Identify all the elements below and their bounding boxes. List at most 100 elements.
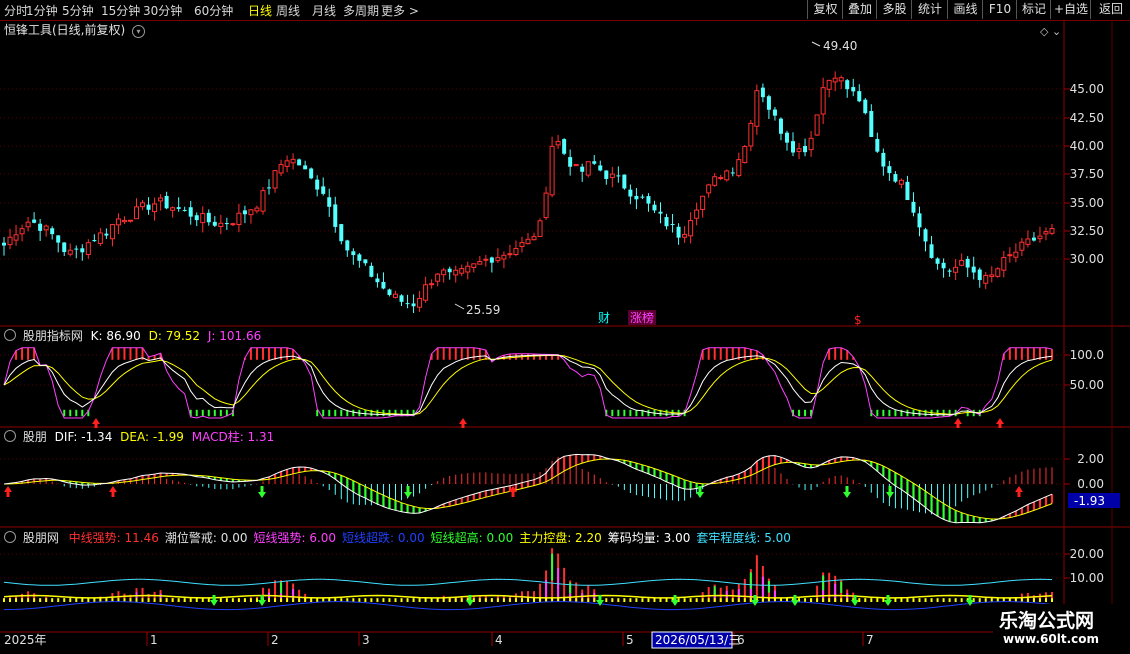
candle-body bbox=[881, 152, 886, 167]
toolbar-button-1[interactable]: 叠加 bbox=[842, 0, 877, 19]
candle-body bbox=[188, 207, 193, 217]
toolbar-button-0[interactable]: 复权 bbox=[807, 0, 843, 19]
chevron-down-icon-right[interactable]: ⌄ bbox=[1052, 25, 1061, 38]
sell-arrow bbox=[258, 595, 266, 606]
settings-icon[interactable] bbox=[4, 329, 16, 341]
marker-top-gainer[interactable]: 涨榜 bbox=[630, 310, 654, 325]
candle-body bbox=[929, 244, 934, 258]
period-tab-1[interactable]: 1分钟 bbox=[26, 2, 58, 19]
candle-body bbox=[1001, 256, 1007, 271]
period-tab-5[interactable]: 60分钟 bbox=[194, 2, 233, 19]
marker-financial[interactable]: 财 bbox=[598, 311, 610, 325]
toolbar-button-8[interactable]: 返回 bbox=[1090, 0, 1130, 19]
candle-body bbox=[917, 213, 922, 228]
candle-body bbox=[911, 201, 916, 213]
chevron-down-icon[interactable]: ▾ bbox=[132, 25, 146, 38]
settings-icon[interactable] bbox=[4, 430, 16, 442]
period-tab-3[interactable]: 15分钟 bbox=[101, 2, 140, 19]
settings-icon[interactable] bbox=[4, 531, 16, 543]
candle-body bbox=[754, 90, 760, 127]
sell-arrow bbox=[210, 595, 218, 606]
toolbar-button-6[interactable]: 标记 bbox=[1016, 0, 1051, 19]
main-panel-title-text: 恒锋工具(日线,前复权) bbox=[4, 23, 126, 37]
macd-bar: MACD柱: 1.31 bbox=[191, 430, 275, 444]
candle-body bbox=[875, 138, 880, 152]
x-label-7: 7 bbox=[866, 633, 874, 647]
candle-body bbox=[658, 211, 663, 214]
strength-legend-item-5: 主力控盘: 2.20 bbox=[519, 531, 602, 545]
period-tab-10[interactable]: 更多 > bbox=[381, 2, 419, 19]
period-tab-2[interactable]: 5分钟 bbox=[62, 2, 94, 19]
sell-arrow bbox=[404, 486, 412, 498]
macd-indicator bbox=[3, 453, 1054, 524]
candle-body bbox=[519, 242, 525, 248]
candle-body bbox=[284, 160, 290, 167]
candle-body bbox=[56, 235, 61, 243]
toolbar-button-2[interactable]: 多股 bbox=[876, 0, 912, 19]
candle-body bbox=[429, 283, 435, 286]
period-tab-0[interactable]: 分时 bbox=[4, 2, 28, 19]
candle-body bbox=[838, 77, 844, 82]
candle-body bbox=[363, 259, 368, 264]
candle-body bbox=[423, 284, 429, 301]
candle-body bbox=[321, 186, 326, 194]
candle-body bbox=[616, 175, 621, 177]
sell-arrow bbox=[258, 486, 266, 498]
candle-body bbox=[200, 213, 206, 224]
candle-body bbox=[333, 204, 338, 227]
candle-body bbox=[417, 298, 423, 308]
candle-body bbox=[351, 251, 356, 256]
candle-body bbox=[796, 148, 802, 152]
diamond-icon[interactable]: ◇ bbox=[1040, 25, 1049, 38]
x-label-2025: 2025年 bbox=[4, 633, 47, 647]
main-panel-title: 恒锋工具(日线,前复权) ▾ bbox=[4, 21, 146, 38]
toolbar-button-7[interactable]: +自选 bbox=[1050, 0, 1091, 19]
candle-body bbox=[369, 265, 374, 277]
candle-body bbox=[814, 114, 820, 136]
period-tab-4[interactable]: 30分钟 bbox=[143, 2, 182, 19]
candle-body bbox=[453, 269, 459, 276]
candle-body bbox=[13, 234, 19, 241]
candle-body bbox=[537, 220, 543, 237]
candle-body bbox=[676, 226, 681, 238]
candle-body bbox=[573, 164, 579, 167]
candle-body bbox=[1025, 238, 1031, 245]
strength-tick-20: 20.00 bbox=[1070, 547, 1104, 561]
kdj-d: D: 79.52 bbox=[148, 329, 201, 343]
candle-body bbox=[712, 176, 718, 186]
trapped-degree-line bbox=[3, 578, 1053, 586]
candle-body bbox=[772, 109, 777, 116]
period-tab-8[interactable]: 月线 bbox=[312, 2, 336, 19]
watermark: 乐淘公式网 www.60lt.com bbox=[993, 604, 1130, 650]
watermark-url: www.60lt.com bbox=[1003, 632, 1100, 646]
candle-body bbox=[164, 195, 169, 209]
candle-body bbox=[339, 224, 344, 242]
marker-dollar[interactable]: $ bbox=[854, 313, 862, 327]
candle-body bbox=[74, 248, 79, 250]
candle-body bbox=[531, 236, 537, 241]
candle-body bbox=[748, 122, 754, 147]
toolbar-button-5[interactable]: F10 bbox=[982, 0, 1017, 19]
candle-body bbox=[152, 203, 158, 213]
macd-dif: DIF: -1.34 bbox=[54, 430, 113, 444]
candle-body bbox=[549, 145, 555, 196]
strength-legend: 中线强势: 11.46 潮位警戒: 0.00 短线强势: 6.00 短线超跌: 0.0… bbox=[63, 531, 791, 545]
period-tab-9[interactable]: 多周期 bbox=[343, 2, 379, 19]
candle-body bbox=[43, 225, 49, 231]
candle-body bbox=[983, 274, 989, 284]
candle-body bbox=[568, 157, 573, 167]
candle-body bbox=[1013, 251, 1019, 258]
price-tick-40: 40.00 bbox=[1070, 139, 1104, 153]
toolbar-button-4[interactable]: 画线 bbox=[947, 0, 983, 19]
candle-body bbox=[182, 209, 187, 211]
candle-body bbox=[977, 269, 982, 281]
price-tick-32-5: 32.50 bbox=[1070, 224, 1104, 238]
period-tab-7[interactable]: 周线 bbox=[276, 2, 300, 19]
candle-body bbox=[392, 293, 398, 298]
candle-body bbox=[104, 233, 109, 236]
candle-body bbox=[851, 87, 856, 92]
candle-body bbox=[375, 278, 380, 283]
period-tab-6[interactable]: 日线 bbox=[248, 2, 272, 19]
candle-body bbox=[495, 257, 501, 262]
toolbar-button-3[interactable]: 统计 bbox=[911, 0, 948, 19]
